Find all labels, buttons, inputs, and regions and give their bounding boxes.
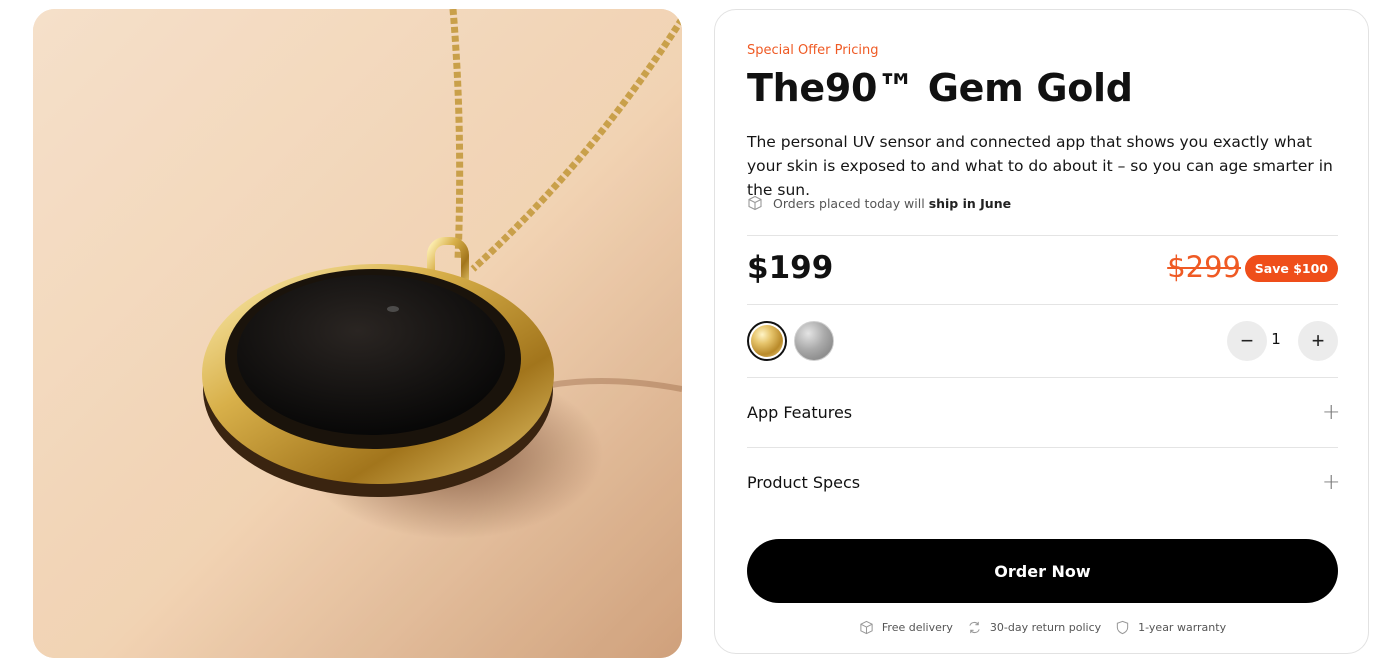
perk-free-delivery: Free delivery xyxy=(859,620,953,635)
quantity-decrease-button[interactable]: − xyxy=(1227,321,1267,361)
divider xyxy=(747,304,1338,305)
accordion-product-specs[interactable]: Product Specs + xyxy=(747,467,1341,497)
shipping-text: Orders placed today will ship in June xyxy=(773,196,1012,211)
original-price: $299 xyxy=(1167,250,1241,284)
perks-row: Free delivery 30-day return policy 1-yea… xyxy=(747,620,1338,635)
box-icon xyxy=(747,195,764,212)
shield-icon xyxy=(1115,620,1130,635)
perk-warranty: 1-year warranty xyxy=(1115,620,1226,635)
plus-icon: + xyxy=(1322,469,1341,495)
product-title: The90™ Gem Gold xyxy=(747,66,1133,110)
offer-label: Special Offer Pricing xyxy=(747,43,879,58)
perk-label: 30-day return policy xyxy=(989,621,1102,634)
perk-label: Free delivery xyxy=(881,621,953,634)
divider xyxy=(747,447,1338,448)
plus-icon: + xyxy=(1322,399,1341,425)
divider xyxy=(747,377,1338,378)
return-icon xyxy=(967,620,982,635)
shipping-notice: Orders placed today will ship in June xyxy=(747,195,1011,212)
quantity-value: 1 xyxy=(1271,330,1281,348)
order-now-button[interactable]: Order Now xyxy=(747,539,1338,603)
divider xyxy=(747,235,1338,236)
accordion-label: Product Specs xyxy=(747,472,861,492)
shipping-date: ship in June xyxy=(928,196,1012,211)
save-badge: Save $100 xyxy=(1244,255,1338,282)
product-detail-card: Special Offer Pricing The90™ Gem Gold Th… xyxy=(714,9,1369,654)
accordion-app-features[interactable]: App Features + xyxy=(747,397,1341,427)
quantity-increase-button[interactable]: + xyxy=(1298,321,1338,361)
product-image xyxy=(33,9,682,658)
accordion-label: App Features xyxy=(747,402,853,422)
variant-swatch-gold[interactable] xyxy=(747,321,787,361)
perk-return-policy: 30-day return policy xyxy=(967,620,1101,635)
current-price: $199 xyxy=(747,250,834,286)
variant-swatch-silver[interactable] xyxy=(794,321,834,361)
product-description: The personal UV sensor and connected app… xyxy=(747,133,1333,199)
box-icon xyxy=(859,620,874,635)
perk-label: 1-year warranty xyxy=(1138,621,1227,634)
